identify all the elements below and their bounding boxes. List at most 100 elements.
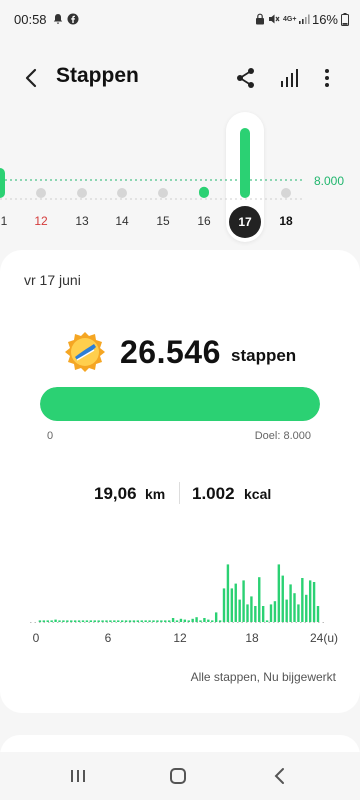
distance-value: 19,06 [94, 484, 137, 503]
facebook-icon [67, 13, 79, 25]
hourly-axis-label: 12 [173, 631, 187, 645]
hourly-bar [289, 584, 292, 622]
home-icon[interactable] [158, 762, 198, 790]
hourly-bar [58, 620, 61, 622]
hourly-bar [297, 604, 300, 622]
hourly-bar [54, 619, 57, 622]
day-bar-14[interactable] [117, 188, 127, 198]
hourly-bar [144, 620, 147, 622]
hourly-bar [42, 620, 46, 622]
hourly-bar [46, 620, 49, 622]
goal-line-label: 8.000 [313, 174, 344, 188]
day-label-14[interactable]: 14 [115, 214, 128, 228]
hourly-bar [246, 604, 249, 622]
hourly-bar [156, 620, 159, 622]
system-nav-bar [0, 752, 360, 800]
day-label-15[interactable]: 15 [156, 214, 169, 228]
hourly-bar [285, 599, 288, 622]
hourly-bar [199, 620, 202, 622]
hourly-bar [175, 620, 179, 622]
hourly-bar [38, 620, 42, 622]
back-nav-icon[interactable] [260, 762, 300, 790]
battery-icon [341, 13, 349, 26]
hourly-bar [214, 612, 218, 622]
day-bar-17[interactable] [240, 128, 250, 198]
hourly-bar [293, 593, 296, 622]
mute-icon [269, 14, 280, 24]
day-bar-16[interactable] [199, 186, 209, 198]
day-bar-1[interactable] [0, 168, 5, 198]
hourly-bar [242, 580, 245, 622]
status-time: 00:58 [14, 12, 47, 27]
hourly-bar [164, 620, 167, 622]
battery-percentage: 16% [311, 12, 338, 27]
hourly-bar [234, 583, 237, 622]
day-bar-13[interactable] [77, 188, 87, 198]
day-bar-12[interactable] [36, 188, 46, 198]
hourly-bar [109, 620, 112, 622]
hourly-bar [160, 620, 163, 622]
steps-progress-bar [40, 387, 320, 421]
hourly-bar [301, 578, 304, 622]
hourly-bar [273, 601, 277, 622]
hourly-bar [195, 617, 198, 622]
hourly-axis-label: 0 [33, 631, 40, 645]
hourly-bar [312, 582, 316, 622]
hourly-bar [250, 596, 253, 622]
hourly-bar [85, 620, 89, 622]
day-label-17[interactable]: 17 [229, 206, 261, 238]
signal-icon [299, 14, 310, 24]
distance-unit: km [145, 486, 166, 502]
day-bar-15[interactable] [158, 188, 168, 198]
bar-chart-icon[interactable] [276, 64, 302, 92]
hourly-axis-label: 6 [105, 631, 112, 645]
day-bar-18[interactable] [281, 188, 291, 198]
hourly-bar [77, 620, 81, 622]
selected-date: vr 17 juni [24, 272, 81, 288]
daily-summary-card: vr 17 juni 26.546 stappen 0 Doel: 8.000 … [0, 250, 360, 713]
day-label-13[interactable]: 13 [75, 214, 88, 228]
hourly-bar [132, 620, 136, 622]
hourly-bar [62, 620, 65, 622]
hourly-bar [226, 564, 230, 622]
hourly-bar [211, 620, 214, 622]
hourly-bar [148, 620, 151, 622]
day-label-16[interactable]: 16 [197, 214, 210, 228]
hourly-bar [183, 619, 187, 622]
hourly-bar [308, 580, 312, 622]
hourly-bar [124, 620, 128, 622]
day-label-18[interactable]: 18 [279, 214, 292, 228]
hourly-bar [171, 618, 175, 622]
steps-count: 26.546 [120, 334, 221, 370]
hourly-axis-label: 24(u) [310, 631, 338, 645]
hourly-bar [258, 577, 261, 622]
notification-icon [53, 14, 63, 24]
hourly-bar [179, 618, 183, 622]
hourly-bar [230, 588, 234, 622]
hourly-bar [120, 620, 124, 622]
hourly-bar [316, 606, 320, 622]
hourly-bar [70, 620, 73, 622]
hourly-bar [101, 620, 104, 622]
hourly-bar [207, 619, 210, 622]
hourly-bar [187, 620, 190, 622]
day-label-1[interactable]: 1 [1, 214, 8, 228]
steps-progress-fill [40, 387, 320, 421]
share-icon[interactable] [233, 64, 259, 92]
4g-icon: 4G+ [283, 16, 296, 23]
calories-value: 1.002 [192, 484, 235, 503]
hourly-bar [261, 606, 265, 622]
back-icon[interactable] [20, 64, 44, 92]
hourly-bar [136, 620, 140, 622]
recents-icon[interactable] [58, 762, 98, 790]
hourly-bar [97, 620, 100, 622]
day-label-12[interactable]: 12 [34, 214, 47, 228]
hourly-bar [254, 606, 257, 622]
more-icon[interactable] [315, 64, 341, 92]
hourly-bar [66, 620, 69, 622]
hourly-bar [191, 618, 194, 622]
hourly-bar [238, 599, 241, 622]
hourly-bar [105, 620, 108, 622]
hourly-bar [117, 620, 120, 622]
hourly-bar [89, 620, 93, 622]
